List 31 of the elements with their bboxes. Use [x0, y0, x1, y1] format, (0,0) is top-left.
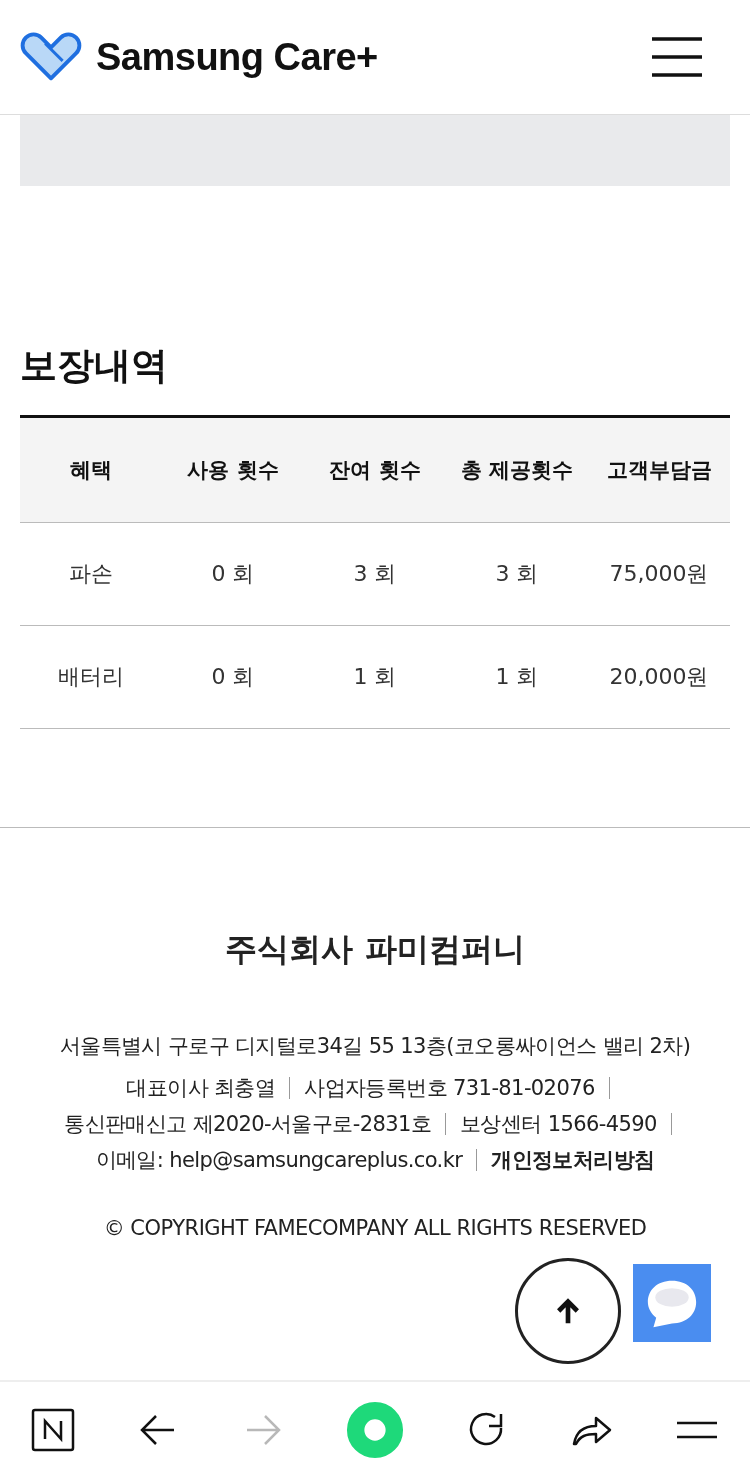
brand-name[interactable]: Samsung Care+: [96, 35, 378, 79]
column-header: 고객부담금: [588, 416, 730, 523]
heart-logo-icon: [20, 31, 82, 83]
table-cell: 1 회: [304, 625, 446, 729]
column-header: 혜택: [20, 416, 162, 523]
privacy-policy-link[interactable]: 개인정보처리방침: [491, 1146, 655, 1174]
table-cell: 0 회: [162, 625, 304, 729]
table-cell: 파손: [20, 522, 162, 626]
column-header: 사용 횟수: [162, 416, 304, 523]
table-cell: 3 회: [446, 522, 588, 626]
section-title: 보장내역: [20, 343, 169, 389]
table-cell: 20,000원: [588, 625, 730, 729]
footer-info-text: 보상센터 1566-4590: [460, 1111, 657, 1138]
footer-info-text: 사업자등록번호 731-81-02076: [304, 1075, 595, 1102]
footer-info-text: 통신판매신고 제2020-서울구로-2831호: [64, 1111, 432, 1138]
n-square-icon[interactable]: [30, 1408, 75, 1452]
company-name: 주식회사 파미컴퍼니: [224, 929, 526, 970]
menu-icon[interactable]: [652, 37, 702, 77]
footer-info-text: 대표이사 최충열: [126, 1075, 276, 1102]
footer-info-text: 이메일: help@samsungcareplus.co.kr: [95, 1147, 463, 1174]
column-header: 총 제공횟수: [446, 416, 588, 523]
up-arrow-icon: [554, 1297, 582, 1325]
copyright-text: © COPYRIGHT FAMECOMPANY ALL RIGHTS RESERVED: [102, 1216, 648, 1240]
table-cell: 0 회: [162, 522, 304, 626]
address-text: 서울특별시 구로구 디지털로34길 55 13층(코오롱싸이언스 밸리 2차): [58, 1033, 692, 1060]
table-cell: 1 회: [446, 625, 588, 729]
table-cell: 배터리: [20, 625, 162, 729]
column-header: 잔여 횟수: [304, 416, 446, 523]
table-cell: 3 회: [304, 522, 446, 626]
table-cell: 75,000원: [588, 522, 730, 626]
chatbot-button[interactable]: [633, 1264, 711, 1342]
